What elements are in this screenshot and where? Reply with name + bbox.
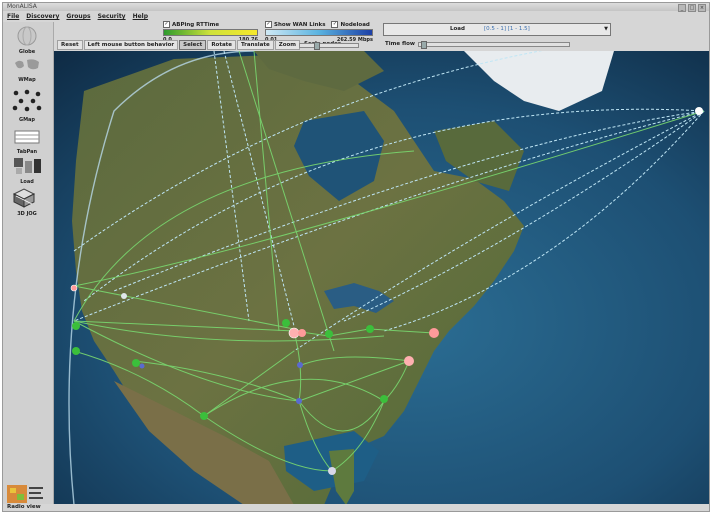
- time-flow-knob[interactable]: [420, 40, 427, 49]
- title-bar: MonALISA _ □ ×: [3, 3, 709, 12]
- load-range-text: [0.5 - 1] [1 - 1.5]: [484, 26, 530, 32]
- menu-security[interactable]: Security: [98, 13, 126, 20]
- site-node[interactable]: [200, 412, 208, 420]
- site-node[interactable]: [325, 330, 333, 338]
- world-map-icon: [15, 59, 39, 70]
- site-node[interactable]: [288, 327, 300, 339]
- 3d-cube-icon: [12, 188, 36, 208]
- sidebar-label-load: Load: [20, 179, 34, 185]
- site-node[interactable]: [297, 362, 303, 368]
- left-mouse-label: Left mouse button behavior: [83, 40, 179, 50]
- select-button[interactable]: Select: [179, 40, 207, 50]
- status-text: Radio view: [7, 504, 41, 510]
- nodeload-checkbox[interactable]: ✓: [331, 21, 339, 28]
- site-node[interactable]: [695, 107, 703, 115]
- bandwidth-gradient: [265, 29, 373, 36]
- site-node[interactable]: [139, 363, 145, 369]
- rotate-button[interactable]: Rotate: [207, 40, 237, 50]
- globe-map-canvas[interactable]: [54, 51, 709, 505]
- sidebar-label-tabpan: TabPan: [16, 149, 38, 155]
- view-sidebar: Globe WMap GMap TabPan Load 3D JOG: [3, 22, 54, 511]
- maximize-button[interactable]: □: [688, 4, 696, 12]
- site-node[interactable]: [366, 325, 374, 333]
- abping-gradient: [163, 29, 258, 36]
- scale-nodes-slider[interactable]: [299, 42, 359, 50]
- load-legend-dropdown[interactable]: Load [0.5 - 1] [1 - 1.5] ▼: [383, 23, 611, 36]
- globe-map-svg[interactable]: [54, 51, 709, 505]
- site-node[interactable]: [429, 328, 439, 338]
- translate-button[interactable]: Translate: [237, 40, 274, 50]
- sidebar-item-tabpan[interactable]: TabPan: [5, 128, 49, 155]
- menu-discovery[interactable]: Discovery: [26, 13, 59, 20]
- app-window: MonALISA _ □ × File Discovery Groups Sec…: [2, 2, 710, 512]
- load-label: Load: [450, 26, 465, 32]
- zoom-button[interactable]: Zoom: [274, 40, 301, 50]
- close-button[interactable]: ×: [698, 4, 706, 12]
- site-node[interactable]: [70, 284, 78, 292]
- show-wan-checkbox[interactable]: ✓: [265, 21, 272, 28]
- site-node[interactable]: [296, 398, 302, 404]
- menu-file[interactable]: File: [7, 13, 19, 20]
- menu-groups[interactable]: Groups: [66, 13, 90, 20]
- site-node[interactable]: [328, 467, 336, 475]
- load-icon: [14, 158, 41, 174]
- sidebar-item-3d-jog[interactable]: 3D JOG: [5, 186, 49, 217]
- sidebar-item-wmap[interactable]: WMap: [5, 56, 49, 83]
- show-wan-label: Show WAN Links: [274, 21, 326, 28]
- menu-help[interactable]: Help: [133, 13, 148, 20]
- sidebar-item-globe[interactable]: Globe: [5, 26, 49, 55]
- site-node[interactable]: [132, 359, 140, 367]
- sidebar-label-3d-jog: 3D JOG: [17, 211, 37, 217]
- site-node[interactable]: [380, 395, 388, 403]
- abping-checkbox[interactable]: ✓: [163, 21, 170, 28]
- sidebar-label-gmap: GMap: [18, 117, 36, 123]
- site-node[interactable]: [282, 319, 290, 327]
- site-node[interactable]: [298, 329, 306, 337]
- abping-label: ABPing RTTime: [172, 21, 220, 28]
- legend-thumbnail-icon: [7, 485, 43, 503]
- sidebar-label-globe: Globe: [18, 49, 36, 55]
- scale-nodes-knob[interactable]: [314, 42, 320, 50]
- sidebar-item-load[interactable]: Load: [5, 156, 49, 185]
- time-flow-slider[interactable]: [417, 40, 570, 49]
- chevron-down-icon[interactable]: ▼: [604, 26, 608, 32]
- status-bar: Radio view: [3, 504, 709, 511]
- graph-map-icon: [12, 89, 42, 112]
- reset-button[interactable]: Reset: [57, 40, 83, 50]
- time-flow-control: Time flow: [385, 40, 570, 49]
- nodeload-label: Nodeload: [340, 21, 370, 28]
- sidebar-label-wmap: WMap: [18, 77, 36, 83]
- minimize-button[interactable]: _: [678, 4, 686, 12]
- site-node[interactable]: [404, 356, 414, 366]
- site-node[interactable]: [72, 322, 80, 330]
- site-node[interactable]: [121, 293, 127, 299]
- time-flow-label: Time flow: [385, 41, 415, 47]
- globe-icon: [17, 26, 37, 46]
- menu-bar: File Discovery Groups Security Help: [3, 12, 709, 21]
- site-node[interactable]: [72, 347, 80, 355]
- table-panel-icon: [14, 130, 40, 144]
- sidebar-item-gmap[interactable]: GMap: [5, 88, 49, 123]
- window-title: MonALISA: [7, 3, 37, 10]
